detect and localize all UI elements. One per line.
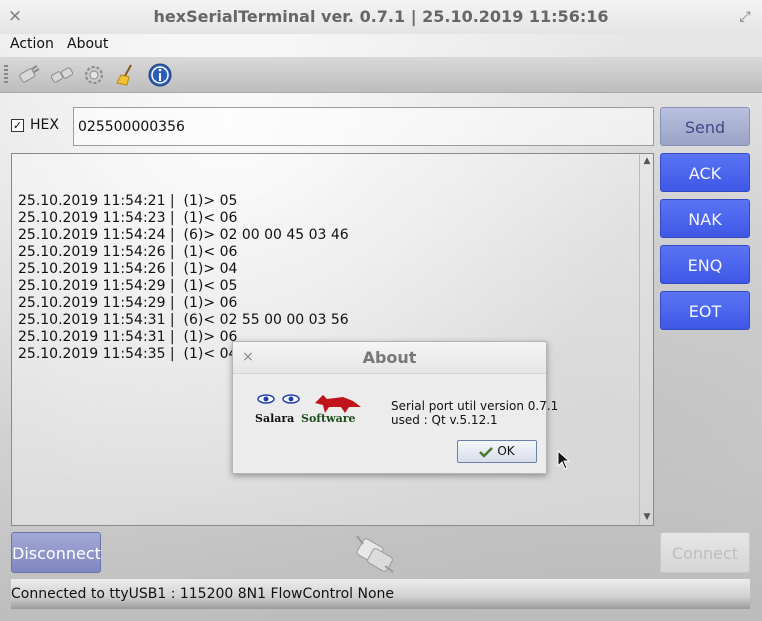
log-line: 25.10.2019 11:54:21 | (1)> 05 (18, 193, 238, 209)
menu-about[interactable]: About (67, 36, 108, 52)
log-line: 25.10.2019 11:54:29 | (1)< 05 (18, 278, 238, 294)
salara-software-logo: Salara Software (255, 394, 361, 425)
log-line: 25.10.2019 11:54:29 | (1)> 06 (18, 295, 238, 311)
about-dialog: × About Salara Software Serial port util… (232, 341, 558, 474)
check-hand-icon (479, 446, 494, 458)
about-version-text: Serial port util version 0.7.1 (391, 399, 559, 413)
log-line: 25.10.2019 11:54:24 | (6)> 02 00 00 45 0… (18, 227, 349, 243)
log-line: 25.10.2019 11:54:26 | (1)< 06 (18, 244, 238, 260)
about-dialog-title: About (362, 348, 417, 367)
connect-icon[interactable] (16, 63, 40, 87)
ok-button-label: OK (497, 444, 515, 458)
ok-button[interactable]: OK (457, 440, 537, 463)
status-bar: Connected to ttyUSB1 : 115200 8N1 FlowCo… (11, 579, 750, 609)
disconnect-icon[interactable] (50, 63, 74, 87)
scroll-up-arrow-icon[interactable]: ▲ (642, 156, 652, 166)
send-button[interactable]: Send (660, 107, 750, 146)
svg-text:Software: Software (301, 412, 355, 425)
log-line: 25.10.2019 11:54:23 | (1)< 06 (18, 210, 238, 226)
ack-button[interactable]: ACK (660, 153, 750, 192)
eot-button[interactable]: EOT (660, 291, 750, 330)
connect-button[interactable]: Connect (660, 532, 750, 573)
usb-plug-icon (356, 535, 394, 573)
settings-gear-icon[interactable] (82, 63, 106, 87)
hex-checkbox[interactable]: ✓ (11, 119, 24, 132)
about-qt-version-text: used : Qt v.5.12.1 (391, 413, 498, 427)
log-line: 25.10.2019 11:54:31 | (6)< 02 55 00 00 0… (18, 312, 349, 328)
hex-data-input[interactable] (73, 107, 654, 146)
enq-button[interactable]: ENQ (660, 245, 750, 284)
scroll-down-arrow-icon[interactable]: ▼ (642, 512, 652, 522)
log-lines: 25.10.2019 11:54:21 | (1)> 05 25.10.2019 … (18, 193, 349, 363)
maximize-window-icon[interactable]: ⤢ (736, 8, 754, 26)
window-title: hexSerialTerminal ver. 0.7.1 | 25.10.201… (153, 7, 609, 26)
nak-button[interactable]: NAK (660, 199, 750, 238)
log-line: 25.10.2019 11:54:26 | (1)> 04 (18, 261, 238, 277)
toolbar (0, 57, 762, 93)
disconnect-button[interactable]: Disconnect (11, 532, 101, 573)
svg-text:Salara: Salara (255, 412, 294, 425)
toolbar-grip-handle[interactable] (4, 65, 8, 85)
window-title-bar: × hexSerialTerminal ver. 0.7.1 | 25.10.2… (0, 0, 762, 34)
mouse-cursor-icon (557, 450, 571, 470)
about-dialog-title-bar[interactable]: × About (233, 342, 546, 374)
hex-checkbox-label: HEX (30, 117, 59, 133)
menu-action[interactable]: Action (10, 36, 54, 52)
about-info-icon[interactable] (148, 63, 172, 87)
menu-bar: Action About (0, 34, 762, 56)
connection-status-text: Connected to ttyUSB1 : 115200 8N1 FlowCo… (11, 586, 395, 602)
log-scrollbar[interactable]: ▲ ▼ (639, 154, 653, 525)
clear-broom-icon[interactable] (115, 63, 139, 87)
